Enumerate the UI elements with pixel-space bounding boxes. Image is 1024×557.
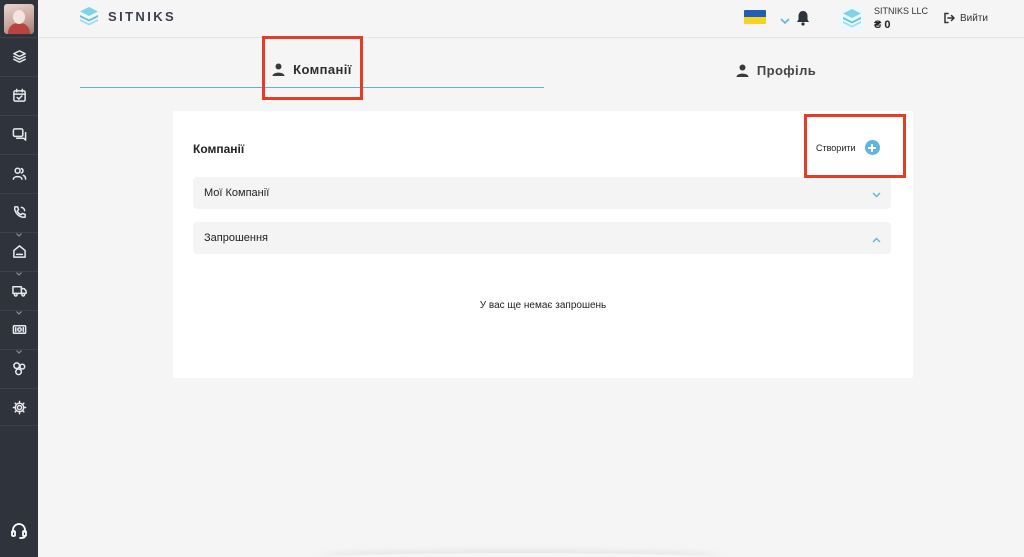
accordion-my-companies[interactable]: Мої Компанії bbox=[193, 177, 891, 209]
home-icon bbox=[12, 245, 26, 258]
user-icon bbox=[736, 64, 749, 77]
card-title: Компанії bbox=[193, 142, 245, 156]
logo-text: SITNIKS bbox=[108, 8, 177, 24]
company-balance: ₴ 0 bbox=[874, 19, 891, 31]
logout-icon bbox=[944, 12, 955, 24]
sidebar-item-layers[interactable] bbox=[0, 37, 38, 75]
phone-icon bbox=[13, 206, 26, 218]
chevron-down-icon bbox=[872, 189, 881, 201]
highlight-box bbox=[262, 36, 363, 100]
headset-icon bbox=[11, 523, 27, 539]
chevron-up-icon bbox=[872, 234, 881, 246]
logo[interactable]: SITNIKS bbox=[78, 5, 176, 27]
sidebar-item-calendar[interactable] bbox=[0, 76, 38, 114]
sidebar-item-settings[interactable] bbox=[0, 388, 38, 426]
tab-profile-label: Профіль bbox=[756, 62, 817, 78]
sidebar-item-integrations[interactable] bbox=[0, 349, 38, 387]
highlight-box bbox=[804, 114, 906, 178]
sidebar bbox=[0, 0, 38, 557]
company-name[interactable]: SITNIKS LLC bbox=[874, 6, 928, 16]
companies-card: Компанії Створити Мої Компанії Запрошенн… bbox=[173, 111, 913, 378]
support-button[interactable] bbox=[0, 521, 38, 545]
molecule-icon bbox=[12, 362, 25, 376]
accordion-invitations[interactable]: Запрошення bbox=[193, 222, 891, 254]
sidebar-item-users[interactable] bbox=[0, 154, 38, 192]
users-icon bbox=[12, 167, 26, 180]
empty-state-text: У вас ще немає запрошень bbox=[479, 300, 607, 311]
chevron-down-icon bbox=[16, 302, 22, 315]
chevron-down-icon bbox=[16, 263, 22, 276]
language-flag[interactable] bbox=[744, 10, 766, 24]
tab-profile[interactable]: Профіль bbox=[544, 52, 1008, 88]
accordion-label: Запрошення bbox=[204, 232, 269, 244]
accordion-label: Мої Компанії bbox=[204, 187, 270, 199]
sidebar-item-chat[interactable] bbox=[0, 115, 38, 153]
layers-icon bbox=[12, 50, 26, 63]
chevron-down-icon bbox=[16, 224, 22, 237]
calendar-check-icon bbox=[12, 88, 26, 102]
avatar[interactable] bbox=[4, 4, 34, 34]
bell-icon[interactable] bbox=[796, 10, 810, 31]
logout-button[interactable]: Вийти bbox=[943, 12, 988, 24]
truck-icon bbox=[11, 286, 27, 297]
company-logo-icon[interactable] bbox=[839, 5, 865, 31]
top-header: SITNIKS SITNIKS LLC ₴ 0 Вийти bbox=[38, 0, 1024, 38]
chevron-down-icon bbox=[16, 341, 22, 354]
chat-icon bbox=[12, 128, 26, 141]
cash-icon bbox=[12, 325, 26, 334]
logout-label: Вийти bbox=[960, 12, 989, 24]
bottom-shadow bbox=[320, 553, 720, 557]
gear-icon bbox=[12, 400, 26, 414]
logo-icon bbox=[80, 7, 98, 26]
chevron-down-icon[interactable] bbox=[780, 12, 790, 30]
